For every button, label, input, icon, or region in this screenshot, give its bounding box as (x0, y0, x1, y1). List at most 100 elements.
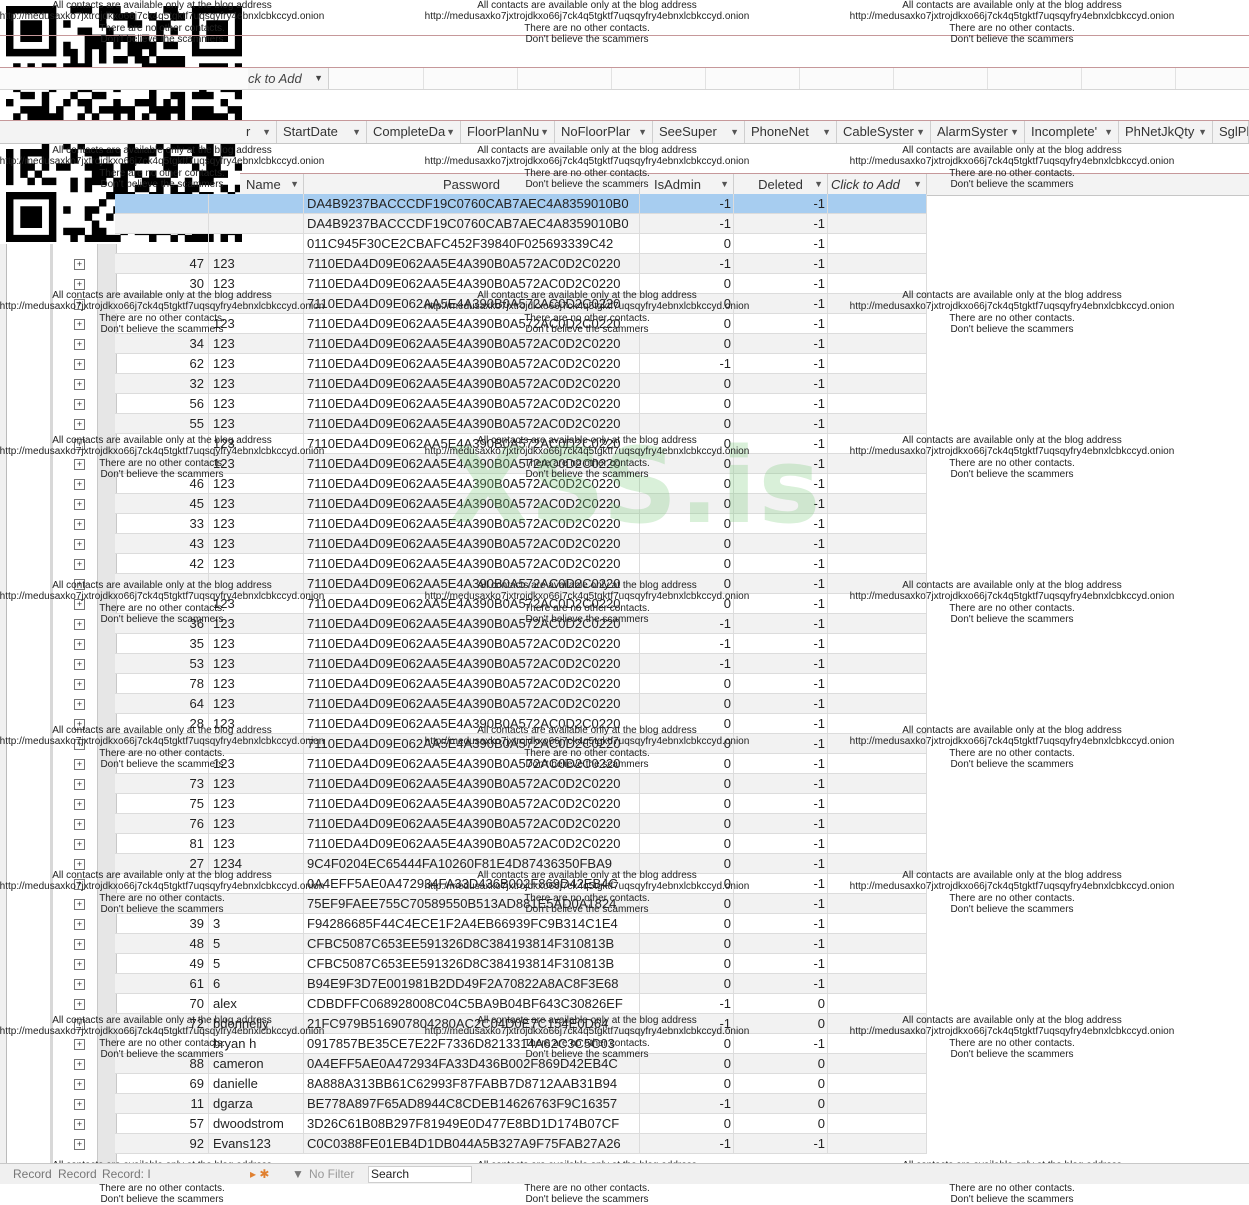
user-name-cell[interactable]: 1234 (209, 854, 304, 874)
user-name-cell[interactable]: bdonnelly (209, 1014, 304, 1034)
user-name-cell[interactable]: 123 (209, 794, 304, 814)
deleted-cell[interactable]: 0 (734, 1054, 828, 1074)
empty-add-cell[interactable] (828, 354, 927, 374)
is-admin-cell[interactable]: 0 (640, 374, 734, 394)
user-id-cell[interactable]: 47 (115, 254, 209, 274)
user-id-cell[interactable]: 73 (115, 774, 209, 794)
deleted-cell[interactable]: -1 (734, 1134, 828, 1154)
empty-add-cell[interactable] (828, 914, 927, 934)
deleted-cell[interactable]: -1 (734, 294, 828, 314)
column-header[interactable]: AlarmSyster ▼ (931, 121, 1025, 143)
empty-add-cell[interactable] (828, 334, 927, 354)
empty-add-cell[interactable] (828, 194, 927, 214)
empty-add-cell[interactable] (828, 734, 927, 754)
table-row[interactable]: 43 123 7110EDA4D09E062AA5E4A390B0A572AC0D2… (0, 534, 1249, 554)
is-admin-cell[interactable]: 0 (640, 234, 734, 254)
is-admin-cell[interactable]: 0 (640, 954, 734, 974)
password-hash-cell[interactable]: 21FC979B516907804280AC2C04D0E7C154E0D64 (304, 1014, 640, 1034)
empty-add-cell[interactable] (828, 594, 927, 614)
expand-plus-icon[interactable]: + (74, 299, 85, 310)
empty-add-cell[interactable] (828, 434, 927, 454)
password-hash-cell[interactable]: BE778A897F65AD8944C8CDEB14626763F9C16357 (304, 1094, 640, 1114)
user-id-cell[interactable] (115, 574, 209, 594)
user-id-cell[interactable]: 78 (115, 674, 209, 694)
user-id-cell[interactable]: 81 (115, 834, 209, 854)
user-id-cell[interactable] (115, 894, 209, 914)
expand-plus-icon[interactable]: + (74, 279, 85, 290)
user-name-cell[interactable] (209, 234, 304, 254)
empty-add-cell[interactable] (828, 974, 927, 994)
expand-plus-icon[interactable]: + (74, 479, 85, 490)
user-name-cell[interactable]: 6 (209, 974, 304, 994)
is-admin-cell[interactable]: 0 (640, 1114, 734, 1134)
empty-add-cell[interactable] (828, 994, 927, 1014)
deleted-cell[interactable]: -1 (734, 454, 828, 474)
expand-plus-icon[interactable]: + (74, 679, 85, 690)
user-id-cell[interactable]: 70 (115, 994, 209, 1014)
table-row[interactable]: 123 7110EDA4D09E062AA5E4A390B0A572AC0D2C0… (0, 454, 1249, 474)
user-id-cell[interactable]: 30 (115, 274, 209, 294)
deleted-cell[interactable]: -1 (734, 814, 828, 834)
table-row[interactable]: DA4B9237BACCCDF19C0760CAB7AEC4A8359010B0… (0, 214, 1249, 234)
password-hash-cell[interactable]: 7110EDA4D09E062AA5E4A390B0A572AC0D2C0220 (304, 694, 640, 714)
user-id-cell[interactable]: 34 (115, 334, 209, 354)
is-admin-cell[interactable]: 0 (640, 894, 734, 914)
user-name-cell[interactable]: 123 (209, 334, 304, 354)
deleted-cell[interactable]: -1 (734, 794, 828, 814)
password-hash-cell[interactable]: 7110EDA4D09E062AA5E4A390B0A572AC0D2C0220 (304, 614, 640, 634)
expand-plus-icon[interactable]: + (74, 939, 85, 950)
empty-add-cell[interactable] (828, 254, 927, 274)
user-name-cell[interactable]: dwoodstrom (209, 1114, 304, 1134)
user-name-cell[interactable]: 123 (209, 814, 304, 834)
user-id-cell[interactable]: 88 (115, 1054, 209, 1074)
user-name-cell[interactable]: 123 (209, 474, 304, 494)
column-header[interactable]: FloorPlanNu ▼ (461, 121, 555, 143)
is-admin-cell[interactable]: 0 (640, 734, 734, 754)
is-admin-cell[interactable]: 0 (640, 334, 734, 354)
deleted-cell[interactable]: -1 (734, 194, 828, 214)
table-row[interactable]: 42 123 7110EDA4D09E062AA5E4A390B0A572AC0D2… (0, 554, 1249, 574)
column-header-name[interactable]: Name ▼ (240, 174, 304, 195)
user-name-cell[interactable]: dgarza (209, 1094, 304, 1114)
password-hash-cell[interactable]: 3D26C61B08B297F81949E0D477E8BD1D174B07CF (304, 1114, 640, 1134)
table-row[interactable]: 7110EDA4D09E062AA5E4A390B0A572AC0D2C0220… (0, 574, 1249, 594)
deleted-cell[interactable]: -1 (734, 354, 828, 374)
empty-add-cell[interactable] (828, 294, 927, 314)
user-id-cell[interactable]: 75 (115, 794, 209, 814)
deleted-cell[interactable]: -1 (734, 574, 828, 594)
password-hash-cell[interactable]: 7110EDA4D09E062AA5E4A390B0A572AC0D2C0220 (304, 254, 640, 274)
expand-plus-icon[interactable]: + (74, 499, 85, 510)
expand-plus-icon[interactable]: + (74, 1119, 85, 1130)
password-hash-cell[interactable]: CFBC5087C653EE591326D8C384193814F310813B (304, 934, 640, 954)
password-hash-cell[interactable]: 9C4F0204EC65444FA10260F81E4D87436350FBA9 (304, 854, 640, 874)
table-row[interactable]: bryan h 0917857BE35CE7E22F7336D8213314A62… (0, 1034, 1249, 1054)
expand-plus-icon[interactable]: + (74, 319, 85, 330)
deleted-cell[interactable]: 0 (734, 1094, 828, 1114)
password-hash-cell[interactable]: F94286685F44C4ECE1F2A4EB66939FC9B314C1E4 (304, 914, 640, 934)
is-admin-cell[interactable]: -1 (640, 194, 734, 214)
is-admin-cell[interactable]: -1 (640, 1094, 734, 1114)
table-row[interactable]: 72 bdonnelly 21FC979B516907804280AC2C04D0E… (0, 1014, 1249, 1034)
user-id-cell[interactable] (115, 1034, 209, 1054)
user-id-cell[interactable] (115, 454, 209, 474)
table-row[interactable]: 73 123 7110EDA4D09E062AA5E4A390B0A572AC0D2… (0, 774, 1249, 794)
search-input[interactable]: Search (368, 1166, 472, 1183)
user-id-cell[interactable] (115, 734, 209, 754)
column-header-isadmin[interactable]: IsAdmin ▼ (640, 174, 734, 195)
expand-plus-icon[interactable]: + (74, 819, 85, 830)
user-id-cell[interactable]: 57 (115, 1114, 209, 1134)
user-id-cell[interactable]: 49 (115, 954, 209, 974)
deleted-cell[interactable]: -1 (734, 894, 828, 914)
is-admin-cell[interactable]: 0 (640, 574, 734, 594)
table-row[interactable]: DA4B9237BACCCDF19C0760CAB7AEC4A8359010B0… (0, 194, 1249, 214)
password-hash-cell[interactable]: 7110EDA4D09E062AA5E4A390B0A572AC0D2C0220 (304, 394, 640, 414)
password-hash-cell[interactable]: 7110EDA4D09E062AA5E4A390B0A572AC0D2C0220 (304, 674, 640, 694)
empty-add-cell[interactable] (828, 894, 927, 914)
empty-add-cell[interactable] (828, 554, 927, 574)
user-id-cell[interactable]: 62 (115, 354, 209, 374)
empty-add-cell[interactable] (828, 954, 927, 974)
is-admin-cell[interactable]: 0 (640, 834, 734, 854)
empty-add-cell[interactable] (828, 1134, 927, 1154)
deleted-cell[interactable]: -1 (734, 654, 828, 674)
user-id-cell[interactable] (115, 594, 209, 614)
